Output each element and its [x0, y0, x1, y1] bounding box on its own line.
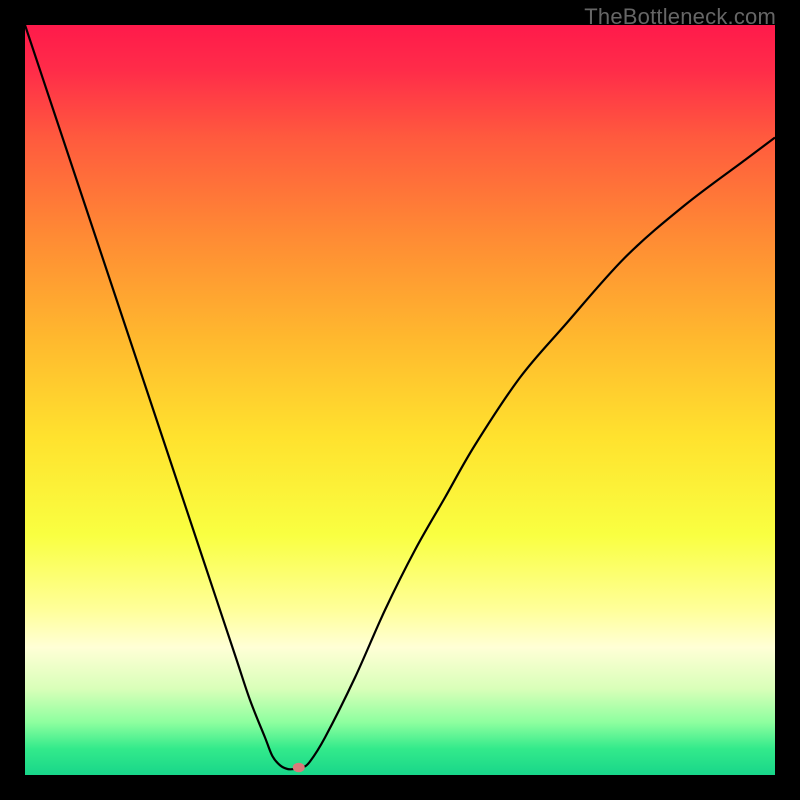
gradient-background [25, 25, 775, 775]
plot-area [25, 25, 775, 775]
chart-svg [25, 25, 775, 775]
chart-frame: TheBottleneck.com [0, 0, 800, 800]
optimum-marker [293, 763, 305, 773]
watermark-text: TheBottleneck.com [584, 4, 776, 30]
